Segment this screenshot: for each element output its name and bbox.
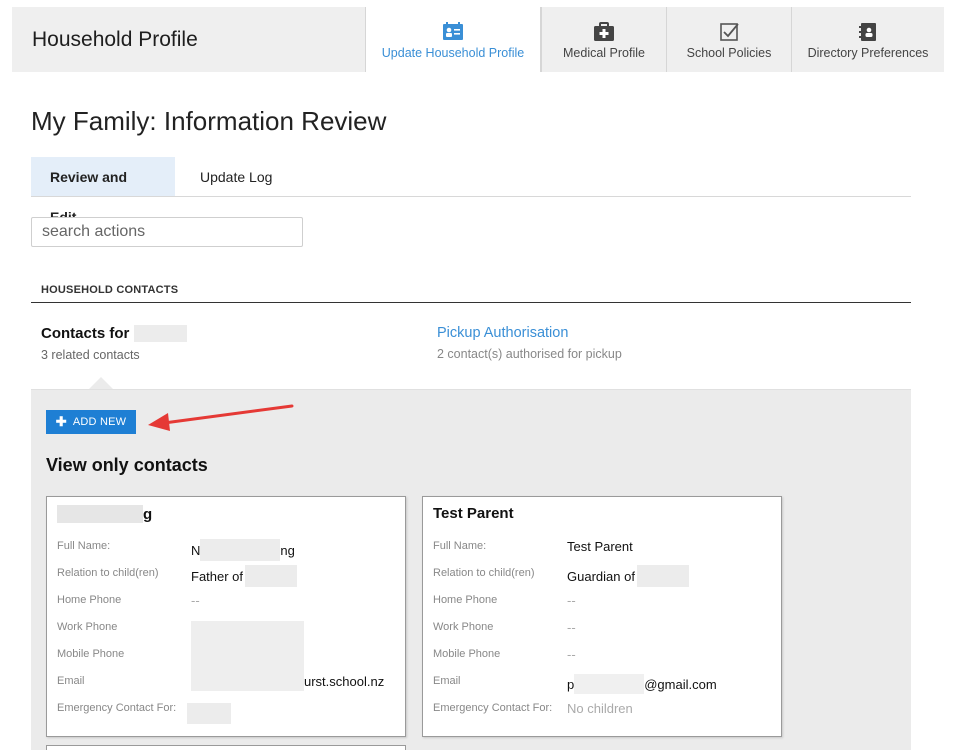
label-email: Email — [57, 675, 85, 687]
subtabs: Review and Edit Update Log — [31, 157, 911, 225]
pickup-count: 2 contact(s) authorised for pickup — [437, 347, 622, 361]
label-mobile-phone: Mobile Phone — [433, 648, 501, 660]
redacted-text — [191, 621, 304, 691]
email-prefix: p — [567, 676, 575, 692]
tab-school-policies[interactable]: School Policies — [666, 7, 791, 72]
value-email: p @gmail.com — [567, 674, 717, 694]
contacts-count: 3 related contacts — [41, 348, 140, 362]
tab-label: Update Household Profile — [381, 46, 525, 60]
tab-update-household-profile[interactable]: Update Household Profile — [365, 7, 541, 72]
redacted-text — [636, 565, 689, 587]
label-full-name: Full Name: — [57, 540, 111, 552]
relation-text: Guardian of — [567, 568, 635, 584]
checkbox-icon — [720, 23, 739, 41]
value-home-phone: -- — [191, 593, 200, 608]
label-relation: Relation to child(ren) — [57, 567, 159, 579]
search-input[interactable] — [31, 217, 303, 247]
contacts-summary[interactable]: Contacts for 3 related contacts — [41, 325, 188, 362]
pickup-summary: Pickup Authorisation 2 contact(s) author… — [437, 325, 622, 361]
page-title: My Family: Information Review — [31, 106, 387, 136]
tab-directory-preferences[interactable]: Directory Preferences — [791, 7, 944, 72]
label-emergency: Emergency Contact For: — [57, 702, 177, 714]
top-header: Household Profile Update Household Profi… — [12, 7, 944, 72]
label-work-phone: Work Phone — [57, 621, 118, 633]
subtab-update-log[interactable]: Update Log — [181, 157, 291, 196]
tab-medical-profile[interactable]: Medical Profile — [541, 7, 666, 72]
full-name-prefix: N — [191, 542, 201, 558]
redacted-text — [245, 565, 298, 587]
value-relation: Guardian of — [567, 565, 689, 587]
value-full-name: N ng — [191, 539, 295, 561]
value-mobile-phone: -- — [567, 647, 576, 662]
label-home-phone: Home Phone — [57, 594, 122, 606]
value-full-name: Test Parent — [567, 539, 633, 554]
label-work-phone: Work Phone — [433, 621, 494, 633]
add-new-label: ADD NEW — [72, 416, 127, 428]
contacts-title: Contacts for — [41, 325, 188, 342]
redacted-text — [187, 703, 231, 724]
redacted-name — [57, 505, 143, 523]
label-emergency: Emergency Contact For: — [433, 702, 553, 714]
value-work-phone: -- — [567, 620, 576, 635]
contact-card[interactable]: Test Parent Full Name: Test Parent Relat… — [422, 496, 782, 737]
label-home-phone: Home Phone — [433, 594, 498, 606]
email-suffix: @gmail.com — [644, 676, 717, 692]
section-heading: HOUSEHOLD CONTACTS — [31, 284, 911, 303]
redacted-name — [134, 325, 188, 342]
plus-icon: ✚ — [55, 414, 67, 429]
red-arrow-annotation — [148, 404, 294, 431]
medical-kit-icon — [594, 22, 614, 41]
value-relation: Father of — [191, 565, 298, 587]
tab-label: Medical Profile — [563, 46, 645, 60]
label-mobile-phone: Mobile Phone — [57, 648, 125, 660]
redacted-text — [200, 539, 281, 561]
contact-name-text: g — [143, 505, 153, 523]
redacted-text — [574, 674, 645, 694]
full-name-suffix: ng — [280, 542, 295, 558]
view-only-heading: View only contacts — [46, 455, 208, 475]
pickup-authorisation-link[interactable]: Pickup Authorisation — [437, 325, 622, 341]
value-email: urst.school.nz — [304, 674, 385, 689]
contact-book-icon — [859, 23, 876, 41]
label-relation: Relation to child(ren) — [433, 567, 535, 579]
value-home-phone: -- — [567, 593, 576, 608]
tab-label: School Policies — [686, 46, 772, 60]
label-full-name: Full Name: — [433, 540, 487, 552]
relation-text: Father of — [191, 568, 244, 584]
subtab-review-and-edit[interactable]: Review and Edit — [31, 157, 175, 225]
label-email: Email — [433, 675, 461, 687]
contact-card[interactable]: g Full Name: N ng Relation to child(ren)… — [46, 496, 406, 737]
contacts-title-text: Contacts for — [41, 325, 130, 342]
contact-name: Test Parent — [433, 505, 514, 522]
id-card-icon — [443, 22, 463, 40]
add-new-button[interactable]: ✚ ADD NEW — [46, 410, 136, 434]
app-title: Household Profile — [32, 28, 198, 51]
value-emergency: No children — [567, 701, 633, 716]
contact-name: g — [57, 505, 152, 523]
tab-label: Directory Preferences — [807, 46, 929, 60]
contact-card-partial — [46, 745, 406, 750]
